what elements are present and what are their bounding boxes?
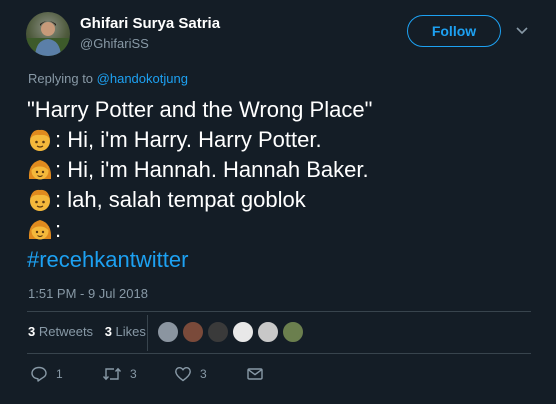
tweet-line-text: : Hi, i'm Hannah. Hannah Baker. (55, 157, 369, 182)
like-count: 3 (200, 367, 207, 381)
tweet-card: Ghifari Surya Satria @GhifariSS Follow R… (0, 0, 556, 404)
divider (27, 353, 531, 354)
tweet-line: : Hi, i'm Harry. Harry Potter. (27, 125, 537, 155)
chevron-down-icon[interactable] (513, 22, 531, 40)
replying-to: Replying to @handokotjung (28, 71, 188, 86)
liker-avatar[interactable] (232, 321, 254, 343)
liker-avatar[interactable] (257, 321, 279, 343)
divider (27, 311, 531, 312)
like-action[interactable]: 3 (174, 365, 207, 383)
hashtag-link[interactable]: #recehkantwitter (27, 247, 188, 273)
engagement-stats: 3 Retweets 3 Likes (28, 324, 154, 339)
envelope-icon (247, 368, 263, 380)
follow-button[interactable]: Follow (407, 15, 501, 47)
avatar[interactable] (26, 12, 70, 56)
retweet-count: 3 (130, 367, 137, 381)
tweet-line: : (27, 215, 537, 245)
tweet-line-text: : (55, 217, 62, 242)
heart-icon (175, 367, 191, 382)
reply-count: 1 (56, 367, 63, 381)
girl-emoji-icon (28, 160, 52, 180)
girl-emoji-icon (28, 220, 52, 240)
tweet-title-text: "Harry Potter and the Wrong Place" (27, 97, 373, 122)
tweet-line-hashtag: #recehkantwitter (27, 245, 537, 275)
liker-avatar[interactable] (182, 321, 204, 343)
reply-action[interactable]: 1 (30, 365, 63, 383)
likes-label: Likes (115, 324, 146, 339)
user-handle[interactable]: @GhifariSS (80, 36, 149, 51)
retweets-count: 3 (28, 324, 36, 339)
tweet-line-title: "Harry Potter and the Wrong Place" (27, 95, 537, 125)
timestamp[interactable]: 1:51 PM - 9 Jul 2018 (28, 286, 148, 301)
boy-emoji-icon (30, 189, 50, 211)
likes-count: 3 (104, 324, 112, 339)
mention-link[interactable]: @handokotjung (97, 71, 188, 86)
message-action[interactable] (246, 365, 272, 383)
stats-separator (147, 315, 148, 351)
retweet-action[interactable]: 3 (102, 365, 137, 383)
tweet-line: : Hi, i'm Hannah. Hannah Baker. (27, 155, 537, 185)
tweet-line-text: : Hi, i'm Harry. Harry Potter. (55, 127, 322, 152)
retweet-icon (102, 367, 122, 381)
replying-prefix: Replying to (28, 71, 97, 86)
retweets-label: Retweets (38, 324, 94, 339)
reply-icon (31, 366, 47, 382)
display-name[interactable]: Ghifari Surya Satria (80, 15, 220, 32)
likes-stat[interactable]: 3 Likes (105, 324, 146, 339)
retweets-stat[interactable]: 3 Retweets (28, 324, 93, 339)
tweet-line: : lah, salah tempat goblok (27, 185, 537, 215)
liker-avatar[interactable] (282, 321, 304, 343)
liker-avatars (157, 321, 307, 343)
liker-avatar[interactable] (207, 321, 229, 343)
liker-avatar[interactable] (157, 321, 179, 343)
boy-emoji-icon (30, 129, 50, 151)
tweet-line-text: : lah, salah tempat goblok (55, 187, 306, 212)
tweet-text: "Harry Potter and the Wrong Place" : Hi,… (27, 95, 537, 275)
